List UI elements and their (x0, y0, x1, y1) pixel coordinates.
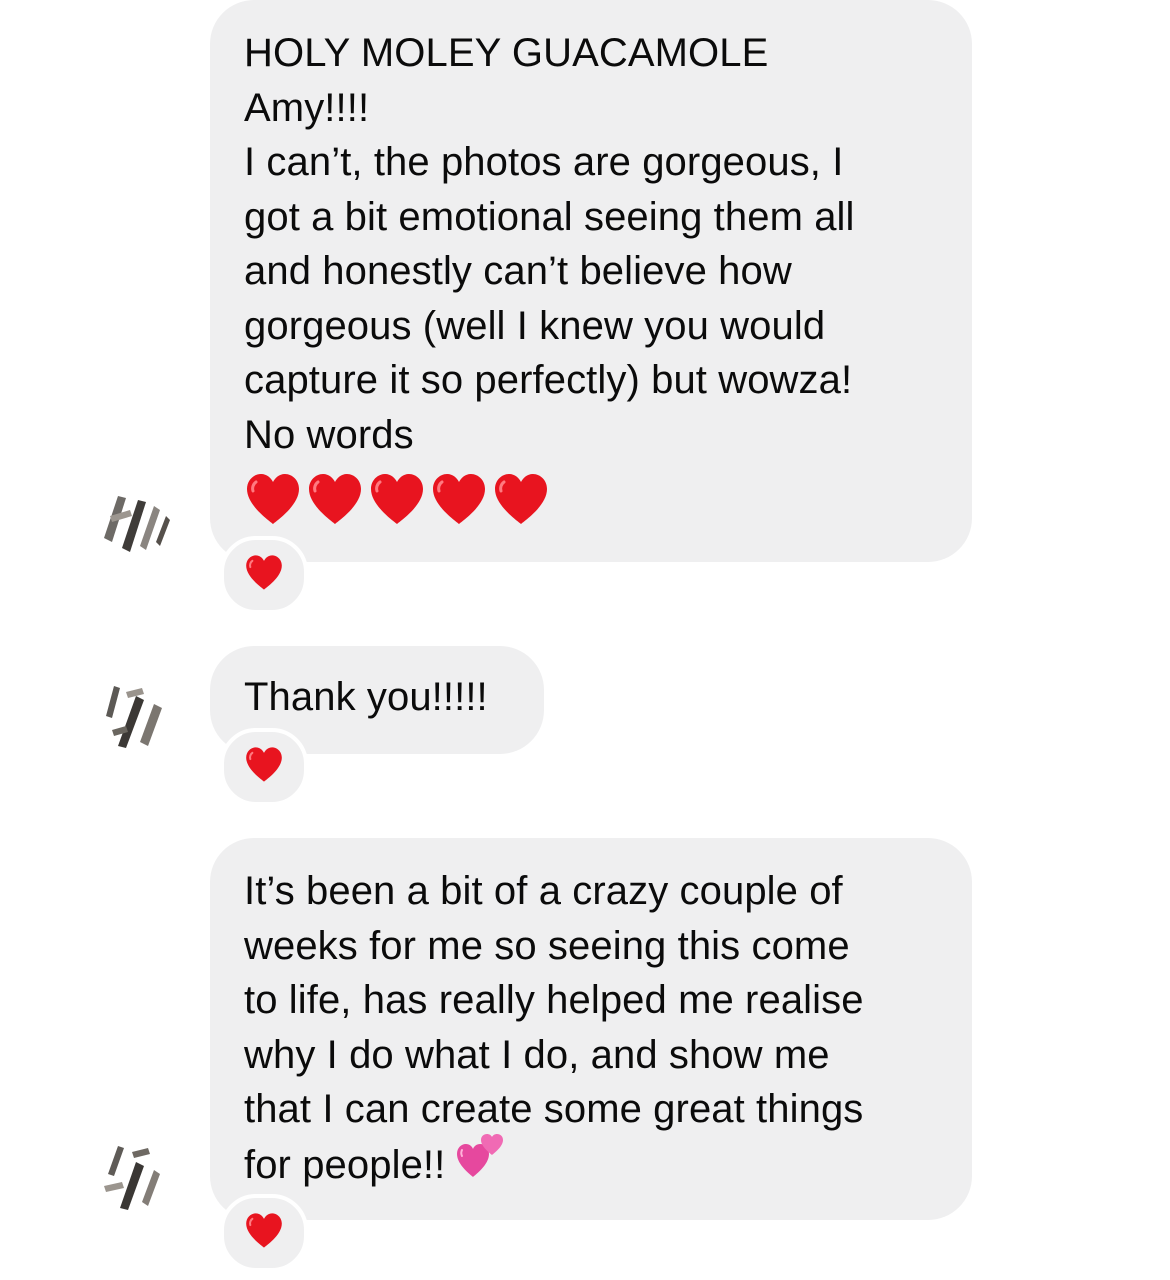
message-text-line: why I do what I do, and show me (244, 1032, 830, 1077)
red-heart-icon (306, 472, 364, 526)
message-text-line: weeks for me so seeing this come (244, 923, 850, 968)
sender-avatar[interactable] (96, 676, 172, 752)
heart-emoji-row (244, 472, 942, 526)
message-text-line: I can’t, the photos are gorgeous, I (244, 140, 844, 184)
sender-avatar[interactable] (96, 486, 172, 562)
message-text-line: No words (244, 412, 414, 457)
message-text-line: capture it so perfectly) but wowza! (244, 358, 853, 402)
message-text-line: HOLY MOLEY GUACAMOLE (244, 31, 769, 75)
message-text-line: It’s been a bit of a crazy couple of (244, 869, 843, 913)
red-heart-icon (492, 472, 550, 526)
two-hearts-icon (455, 1133, 505, 1194)
red-heart-icon (244, 1212, 284, 1254)
message-text-line: for people!! (244, 1133, 942, 1198)
reaction-badge[interactable] (220, 728, 308, 806)
message-text-line: that I can create some great things (244, 1087, 864, 1131)
message-text-fragment: for people!! (244, 1142, 446, 1187)
message-bubble[interactable]: It’s been a bit of a crazy couple of wee… (210, 838, 972, 1220)
sender-avatar[interactable] (96, 1140, 172, 1216)
red-heart-icon (244, 746, 284, 788)
reaction-badge[interactable] (220, 1194, 308, 1272)
red-heart-icon (244, 472, 302, 526)
message-text-line: gorgeous (well I knew you would (244, 303, 826, 348)
red-heart-icon (368, 472, 426, 526)
reaction-badge[interactable] (220, 536, 308, 614)
message-text-line: Amy!!!! (244, 85, 370, 130)
message-bubble[interactable]: HOLY MOLEY GUACAMOLE Amy!!!! I can’t, th… (210, 0, 972, 562)
red-heart-icon (430, 472, 488, 526)
red-heart-icon (244, 554, 284, 596)
message-text-line: got a bit emotional seeing them all (244, 194, 855, 239)
message-text-line: and honestly can’t believe how (244, 249, 792, 293)
message-text-line: to life, has really helped me realise (244, 978, 864, 1022)
message-text-line: Thank you!!!!! (244, 675, 488, 719)
